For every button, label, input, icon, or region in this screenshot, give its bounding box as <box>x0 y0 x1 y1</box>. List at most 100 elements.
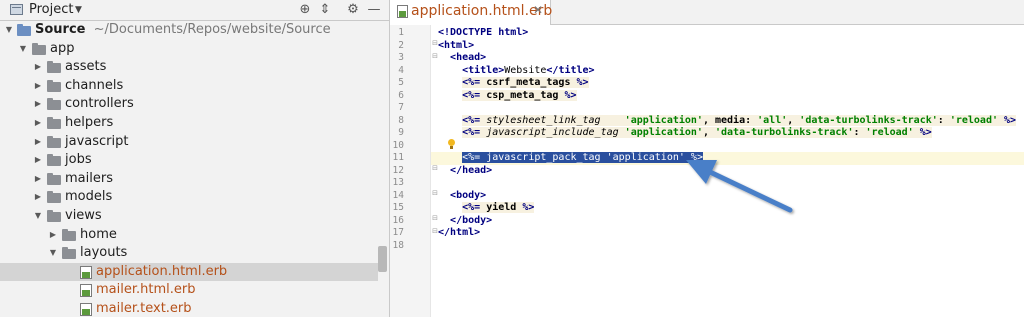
line-number: 7 <box>398 102 404 113</box>
code-line-15: <%= yield %> <box>438 202 535 215</box>
symbol-token: , media: <box>702 114 758 126</box>
code-line-9: <%= javascript_include_tag 'application'… <box>438 127 932 140</box>
folder-icon <box>47 210 61 222</box>
punct-token: , <box>702 127 715 138</box>
erb-delimiter: %> <box>1004 114 1017 126</box>
line-number: 14 <box>392 189 404 201</box>
project-view-selector[interactable]: Project <box>29 2 73 17</box>
editor-tab-application-html-erb[interactable]: application.html.erb ✕ <box>390 0 552 25</box>
folder-icon <box>47 79 61 92</box>
tree-item-label: javascript <box>65 133 129 149</box>
gear-icon[interactable]: ⚙ <box>344 0 362 20</box>
chevron-down-icon[interactable]: ▼ <box>75 2 82 18</box>
chevron-down-icon[interactable]: ▼ <box>48 244 58 263</box>
chevron-right-icon[interactable]: ▶ <box>33 114 43 133</box>
line-number: 10 <box>392 139 404 151</box>
tree-item-label: application.html.erb <box>96 263 228 279</box>
folder-icon <box>62 228 76 241</box>
tag-token: <html> <box>438 39 475 51</box>
chevron-right-icon[interactable]: ▶ <box>33 77 43 96</box>
tree-item-views[interactable]: ▼ views <box>0 207 378 226</box>
chevron-right-icon[interactable]: ▶ <box>48 226 58 245</box>
erb-delimiter: %> <box>564 89 577 101</box>
method-token: stylesheet_link_tag <box>486 114 601 126</box>
tree-item-channels[interactable]: ▶ channels <box>0 77 378 96</box>
chevron-down-icon[interactable]: ▼ <box>4 21 14 40</box>
erb-delimiter: <%= <box>462 89 481 101</box>
tree-item-mailers[interactable]: ▶ mailers <box>0 170 378 189</box>
tree-item-label: app <box>50 40 75 56</box>
tree-item-app[interactable]: ▼ app <box>0 40 378 59</box>
chevron-right-icon[interactable]: ▶ <box>33 95 43 114</box>
selected-text[interactable]: <%= javascript_pack_tag 'application' %> <box>462 152 703 163</box>
code-line-16: </body> <box>438 215 492 228</box>
erb-delimiter: %> <box>690 152 703 163</box>
editor-tab-bar: application.html.erb ✕ <box>390 0 1024 25</box>
method-token: javascript_pack_tag <box>486 152 601 163</box>
tree-item-jobs[interactable]: ▶ jobs <box>0 151 378 170</box>
tree-item-label: assets <box>65 59 107 75</box>
code-line-4: <title>Website</title> <box>438 64 594 78</box>
string-token: 'application' <box>624 114 703 126</box>
tree-item-path: ~/Documents/Repos/website/Source <box>93 22 331 37</box>
method-token: csrf_meta_tags <box>486 77 571 88</box>
folder-icon <box>47 154 61 167</box>
folder-icon <box>17 24 31 36</box>
tree-item-layouts[interactable]: ▼ layouts <box>0 244 378 263</box>
tag-token: <title> <box>462 64 505 76</box>
line-number: 6 <box>398 89 404 101</box>
code-line-14: <body> <box>438 190 486 203</box>
tree-item-javascript[interactable]: ▶ javascript <box>0 133 378 152</box>
line-number: 18 <box>392 239 404 251</box>
tree-item-application-html-erb[interactable]: application.html.erb <box>0 262 378 282</box>
line-number: 15 <box>392 202 404 213</box>
tree-scrollbar[interactable] <box>378 246 387 272</box>
collapse-all-icon[interactable]: ⇕ <box>316 0 334 20</box>
tag-token: </html> <box>438 227 481 238</box>
folder-icon <box>32 42 46 55</box>
close-icon[interactable]: ✕ <box>533 3 543 17</box>
tree-item-models[interactable]: ▶ models <box>0 188 378 207</box>
method-token: csp_meta_tag <box>486 89 559 101</box>
lightbulb-icon[interactable] <box>447 139 456 149</box>
tree-item-label: Source <box>35 22 86 37</box>
erb-delimiter: <%= <box>462 127 481 138</box>
tree-item-assets[interactable]: ▶ assets <box>0 58 378 77</box>
tree-item-label: helpers <box>65 115 114 130</box>
line-number: 17 <box>392 227 404 238</box>
code-line-6: <%= csp_meta_tag %> <box>438 89 577 103</box>
erb-delimiter: %> <box>522 202 535 213</box>
chevron-right-icon[interactable]: ▶ <box>33 151 43 170</box>
tag-token: </body> <box>450 214 493 226</box>
tag-token: <body> <box>450 189 487 201</box>
tree-item-source[interactable]: ▼ Source ~/Documents/Repos/website/Sourc… <box>0 21 378 40</box>
erb-delimiter: %> <box>919 127 932 138</box>
line-number: 13 <box>392 177 404 188</box>
tree-item-mailer-html-erb[interactable]: mailer.html.erb <box>0 281 378 300</box>
tree-item-mailer-text-erb[interactable]: mailer.text.erb <box>0 300 378 317</box>
folder-icon <box>47 135 61 148</box>
tree-item-label: mailer.text.erb <box>96 301 192 316</box>
chevron-right-icon[interactable]: ▶ <box>33 58 43 77</box>
tree-item-home[interactable]: ▶ home <box>0 226 378 245</box>
chevron-down-icon[interactable]: ▼ <box>33 207 43 226</box>
tag-token: <head> <box>450 52 487 63</box>
hide-panel-icon[interactable]: — <box>365 0 383 20</box>
tree-item-controllers[interactable]: ▶ controllers <box>0 95 378 114</box>
erb-delimiter: <%= <box>462 202 481 213</box>
code-line-5: <%= csrf_meta_tags %> <box>438 77 589 90</box>
tree-item-label: controllers <box>65 96 134 112</box>
code-line-1: <!DOCTYPE html> <box>438 27 528 40</box>
chevron-right-icon[interactable]: ▶ <box>33 170 43 189</box>
erb-delimiter: <%= <box>462 77 481 88</box>
erb-delimiter: <%= <box>462 152 481 163</box>
chevron-right-icon[interactable]: ▶ <box>33 133 43 152</box>
tree-item-label: views <box>65 208 102 223</box>
locate-file-icon[interactable]: ⊕ <box>296 0 314 20</box>
tree-item-label: channels <box>65 77 124 93</box>
chevron-right-icon[interactable]: ▶ <box>33 188 43 207</box>
method-token: yield <box>486 202 517 213</box>
tree-item-helpers[interactable]: ▶ helpers <box>0 114 378 133</box>
code-line-3: <head> <box>438 52 486 65</box>
chevron-down-icon[interactable]: ▼ <box>18 40 28 59</box>
